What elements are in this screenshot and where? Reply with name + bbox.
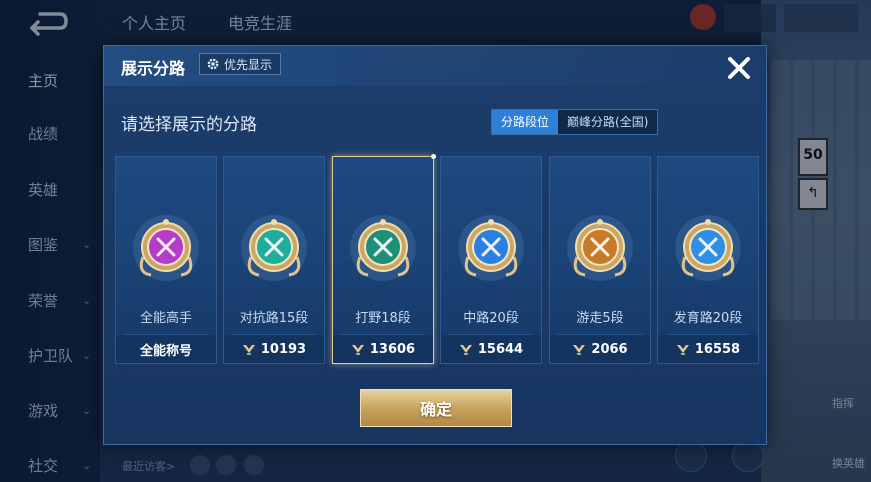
lane-card-score: 2066 — [591, 341, 628, 357]
lane-card-score: 16558 — [694, 341, 741, 357]
mode-toggle: 分路段位 巅峰分路(全国) — [491, 109, 659, 135]
rank-points-icon — [242, 345, 255, 355]
lane-card-footer: 13606 — [333, 335, 433, 363]
roam-badge-icon — [567, 215, 633, 281]
lane-card-title: 发育路20段 — [673, 311, 743, 326]
gear-icon — [207, 58, 219, 70]
lane-card-title: 游走5段 — [576, 311, 624, 326]
jungle-badge-icon — [350, 215, 416, 281]
mid-lane-badge-icon — [458, 215, 524, 281]
lane-card[interactable]: 全能高手 全能称号 — [115, 156, 217, 364]
allround-badge-icon — [133, 215, 199, 281]
lane-card-score: 10193 — [260, 341, 307, 357]
dialog-title: 展示分路 — [121, 59, 186, 78]
lane-card-footer: 16558 — [658, 335, 758, 363]
rank-points-icon — [676, 345, 689, 355]
dialog-prompt: 请选择展示的分路 — [121, 115, 257, 135]
rank-points-icon — [573, 345, 586, 355]
lane-card[interactable]: 游走5段 2066 — [549, 156, 651, 364]
lane-card-footer: 2066 — [550, 335, 650, 363]
lane-cards: 全能高手 全能称号 对抗路15段 10193 打野18段 13606 中路20段 15644 游… — [115, 154, 759, 366]
lane-card-score: 全能称号 — [139, 343, 192, 359]
rank-points-icon — [459, 345, 472, 355]
lane-card[interactable]: 对抗路15段 10193 — [223, 156, 325, 364]
tab-lane-rank[interactable]: 分路段位 — [492, 110, 559, 134]
lane-card-title: 打野18段 — [355, 311, 411, 326]
lane-card[interactable]: 中路20段 15644 — [440, 156, 542, 364]
farm-lane-badge-icon — [675, 215, 741, 281]
lane-card-score: 13606 — [369, 341, 416, 357]
lane-card[interactable]: 发育路20段 16558 — [657, 156, 759, 364]
priority-display-button[interactable]: 优先显示 — [199, 53, 282, 75]
lane-card-footer: 10193 — [224, 335, 324, 363]
lane-card[interactable]: 打野18段 13606 — [332, 154, 436, 364]
rank-points-icon — [351, 345, 364, 355]
confirm-label: 确定 — [419, 400, 452, 419]
tab-peak-lane[interactable]: 巅峰分路(全国) — [558, 110, 658, 134]
lane-card-title: 对抗路15段 — [239, 311, 309, 326]
confirm-button[interactable]: 确定 — [360, 389, 512, 427]
lane-card-score: 15644 — [477, 341, 524, 357]
lane-card-title: 全能高手 — [139, 311, 192, 326]
selected-indicator — [431, 154, 436, 159]
close-button[interactable] — [722, 51, 756, 85]
clash-lane-badge-icon — [241, 215, 307, 281]
lane-card-title: 中路20段 — [463, 311, 519, 326]
lane-card-footer: 全能称号 — [116, 335, 216, 363]
close-icon — [728, 57, 750, 79]
lane-display-dialog: 展示分路 优先显示 请选择展示的分路 分路段位 巅峰分路(全国) 全能高手全能称… — [103, 45, 767, 445]
lane-card-footer: 15644 — [441, 335, 541, 363]
priority-display-label: 优先显示 — [224, 57, 273, 72]
